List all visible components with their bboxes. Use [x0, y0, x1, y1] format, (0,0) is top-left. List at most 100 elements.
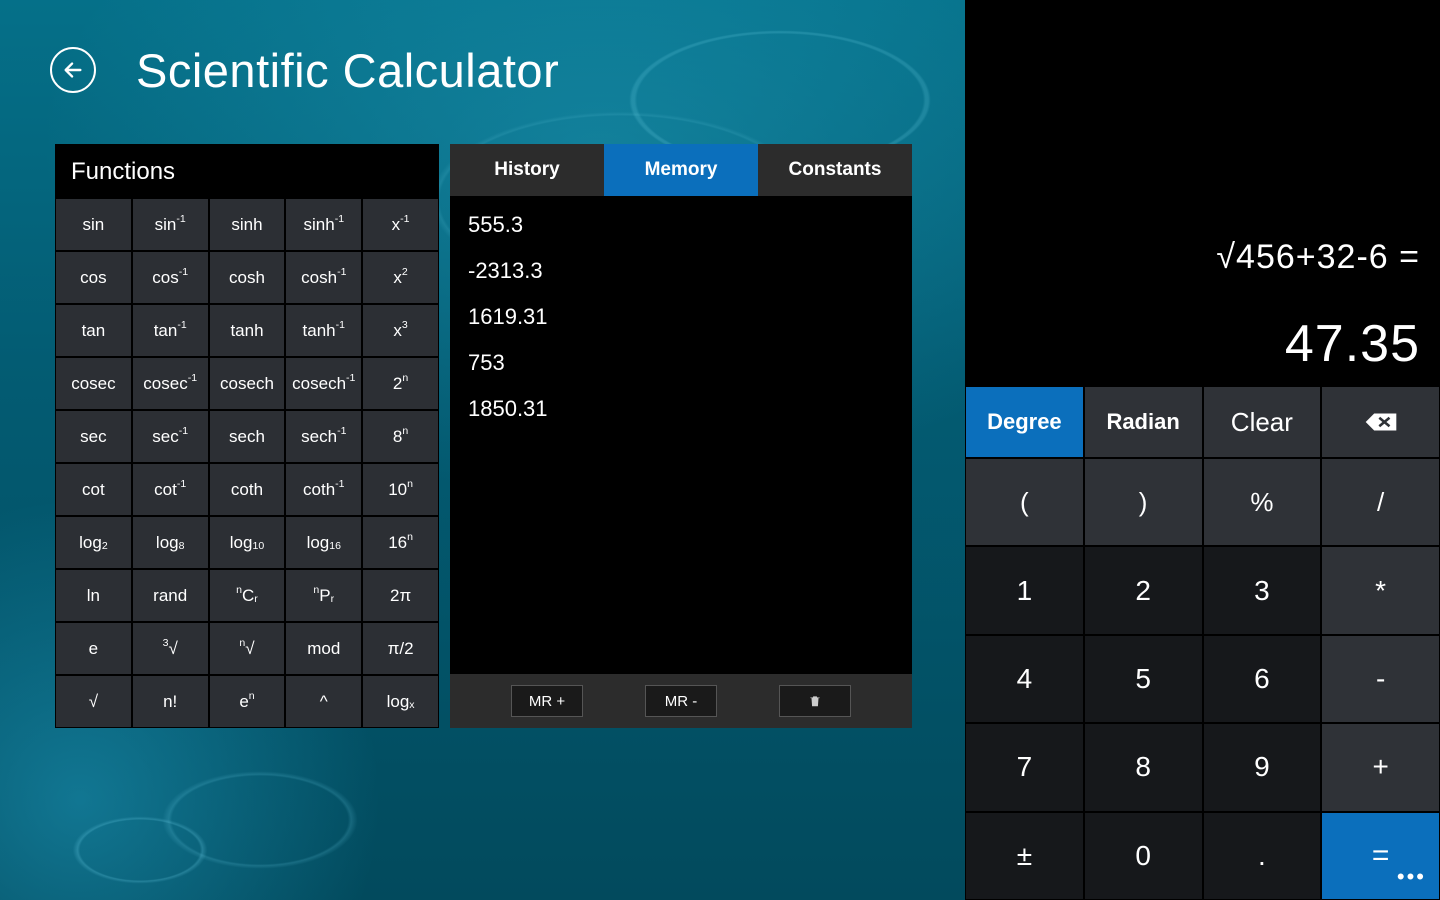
function-button[interactable]: 10n [362, 463, 439, 516]
function-button[interactable]: cosh-1 [285, 251, 362, 304]
function-button[interactable]: en [209, 675, 286, 728]
function-button[interactable]: π/2 [362, 622, 439, 675]
key-8[interactable]: 8 [1084, 723, 1203, 811]
key-plus[interactable]: + [1321, 723, 1440, 811]
function-button[interactable]: n! [132, 675, 209, 728]
function-button[interactable]: nPr [285, 569, 362, 622]
function-button[interactable]: cos [55, 251, 132, 304]
display: √456+32-6 = 47.35 [965, 0, 1440, 386]
header: Scientific Calculator [50, 30, 559, 110]
function-button[interactable]: cos-1 [132, 251, 209, 304]
memory-item[interactable]: -2313.3 [468, 260, 894, 282]
function-button[interactable]: sec [55, 410, 132, 463]
function-button[interactable]: sin-1 [132, 198, 209, 251]
memory-item[interactable]: 753 [468, 352, 894, 374]
function-button[interactable]: ^ [285, 675, 362, 728]
function-button[interactable]: x-1 [362, 198, 439, 251]
mr-plus-button[interactable]: MR + [511, 685, 583, 717]
function-button[interactable]: √ [55, 675, 132, 728]
key-decimal[interactable]: . [1203, 812, 1322, 900]
key-minus[interactable]: - [1321, 635, 1440, 723]
memory-panel: History Memory Constants 555.3 -2313.3 161… [450, 144, 912, 728]
clear-button[interactable]: Clear [1203, 386, 1322, 458]
function-button[interactable]: cosech-1 [285, 357, 362, 410]
function-button[interactable]: 16n [362, 516, 439, 569]
key-6[interactable]: 6 [1203, 635, 1322, 723]
key-close-paren[interactable]: ) [1084, 458, 1203, 546]
function-button[interactable]: cosec-1 [132, 357, 209, 410]
back-arrow-icon [62, 59, 84, 81]
function-button[interactable]: 3√ [132, 622, 209, 675]
function-button[interactable]: tanh-1 [285, 304, 362, 357]
function-button[interactable]: sin [55, 198, 132, 251]
function-button[interactable]: cosh [209, 251, 286, 304]
function-button[interactable]: n√ [209, 622, 286, 675]
function-button[interactable]: logx [362, 675, 439, 728]
key-5[interactable]: 5 [1084, 635, 1203, 723]
key-4[interactable]: 4 [965, 635, 1084, 723]
function-button[interactable]: sech-1 [285, 410, 362, 463]
back-button[interactable] [50, 47, 96, 93]
function-button[interactable]: tanh [209, 304, 286, 357]
backspace-icon [1364, 411, 1398, 433]
backspace-button[interactable] [1321, 386, 1440, 458]
key-7[interactable]: 7 [965, 723, 1084, 811]
calculator-panel: √456+32-6 = 47.35 Degree Radian Clear ( … [965, 0, 1440, 900]
display-result: 47.35 [1285, 314, 1420, 374]
function-button[interactable]: cot [55, 463, 132, 516]
function-button[interactable]: mod [285, 622, 362, 675]
radian-button[interactable]: Radian [1084, 386, 1203, 458]
function-button[interactable]: cot-1 [132, 463, 209, 516]
keypad: Degree Radian Clear ( ) % / 1 2 3 * [965, 386, 1440, 900]
tab-constants[interactable]: Constants [758, 144, 912, 196]
functions-panel: Functions sinsin-1sinhsinh-1x-1coscos-1c… [55, 144, 439, 728]
memory-item[interactable]: 555.3 [468, 214, 894, 236]
function-button[interactable]: log16 [285, 516, 362, 569]
mr-minus-button[interactable]: MR - [645, 685, 717, 717]
function-button[interactable]: 2π [362, 569, 439, 622]
function-button[interactable]: sinh-1 [285, 198, 362, 251]
key-2[interactable]: 2 [1084, 546, 1203, 634]
function-button[interactable]: 2n [362, 357, 439, 410]
key-0[interactable]: 0 [1084, 812, 1203, 900]
key-3[interactable]: 3 [1203, 546, 1322, 634]
function-button[interactable]: ln [55, 569, 132, 622]
function-button[interactable]: cosec [55, 357, 132, 410]
functions-grid: sinsin-1sinhsinh-1x-1 coscos-1coshcosh-1x… [55, 198, 439, 728]
function-button[interactable]: coth [209, 463, 286, 516]
function-button[interactable]: log2 [55, 516, 132, 569]
function-button[interactable]: x3 [362, 304, 439, 357]
tab-history[interactable]: History [450, 144, 604, 196]
function-button[interactable]: tan-1 [132, 304, 209, 357]
function-button[interactable]: tan [55, 304, 132, 357]
tab-memory[interactable]: Memory [604, 144, 758, 196]
key-multiply[interactable]: * [1321, 546, 1440, 634]
function-button[interactable]: rand [132, 569, 209, 622]
function-button[interactable]: cosech [209, 357, 286, 410]
function-button[interactable]: nCr [209, 569, 286, 622]
memory-item[interactable]: 1619.31 [468, 306, 894, 328]
display-expression: √456+32-6 = [1216, 238, 1420, 277]
function-button[interactable]: 8n [362, 410, 439, 463]
memory-list: 555.3 -2313.3 1619.31 753 1850.31 [450, 196, 912, 674]
function-button[interactable]: e [55, 622, 132, 675]
function-button[interactable]: log10 [209, 516, 286, 569]
key-1[interactable]: 1 [965, 546, 1084, 634]
key-9[interactable]: 9 [1203, 723, 1322, 811]
key-plusminus[interactable]: ± [965, 812, 1084, 900]
function-button[interactable]: log8 [132, 516, 209, 569]
function-button[interactable]: sec-1 [132, 410, 209, 463]
memory-delete-button[interactable] [779, 685, 851, 717]
function-button[interactable]: sinh [209, 198, 286, 251]
trash-icon [808, 693, 822, 709]
function-button[interactable]: x2 [362, 251, 439, 304]
function-button[interactable]: coth-1 [285, 463, 362, 516]
key-percent[interactable]: % [1203, 458, 1322, 546]
key-divide[interactable]: / [1321, 458, 1440, 546]
more-menu-button[interactable]: ••• [1391, 860, 1432, 894]
memory-footer: MR + MR - [450, 674, 912, 728]
function-button[interactable]: sech [209, 410, 286, 463]
key-open-paren[interactable]: ( [965, 458, 1084, 546]
degree-button[interactable]: Degree [965, 386, 1084, 458]
memory-item[interactable]: 1850.31 [468, 398, 894, 420]
